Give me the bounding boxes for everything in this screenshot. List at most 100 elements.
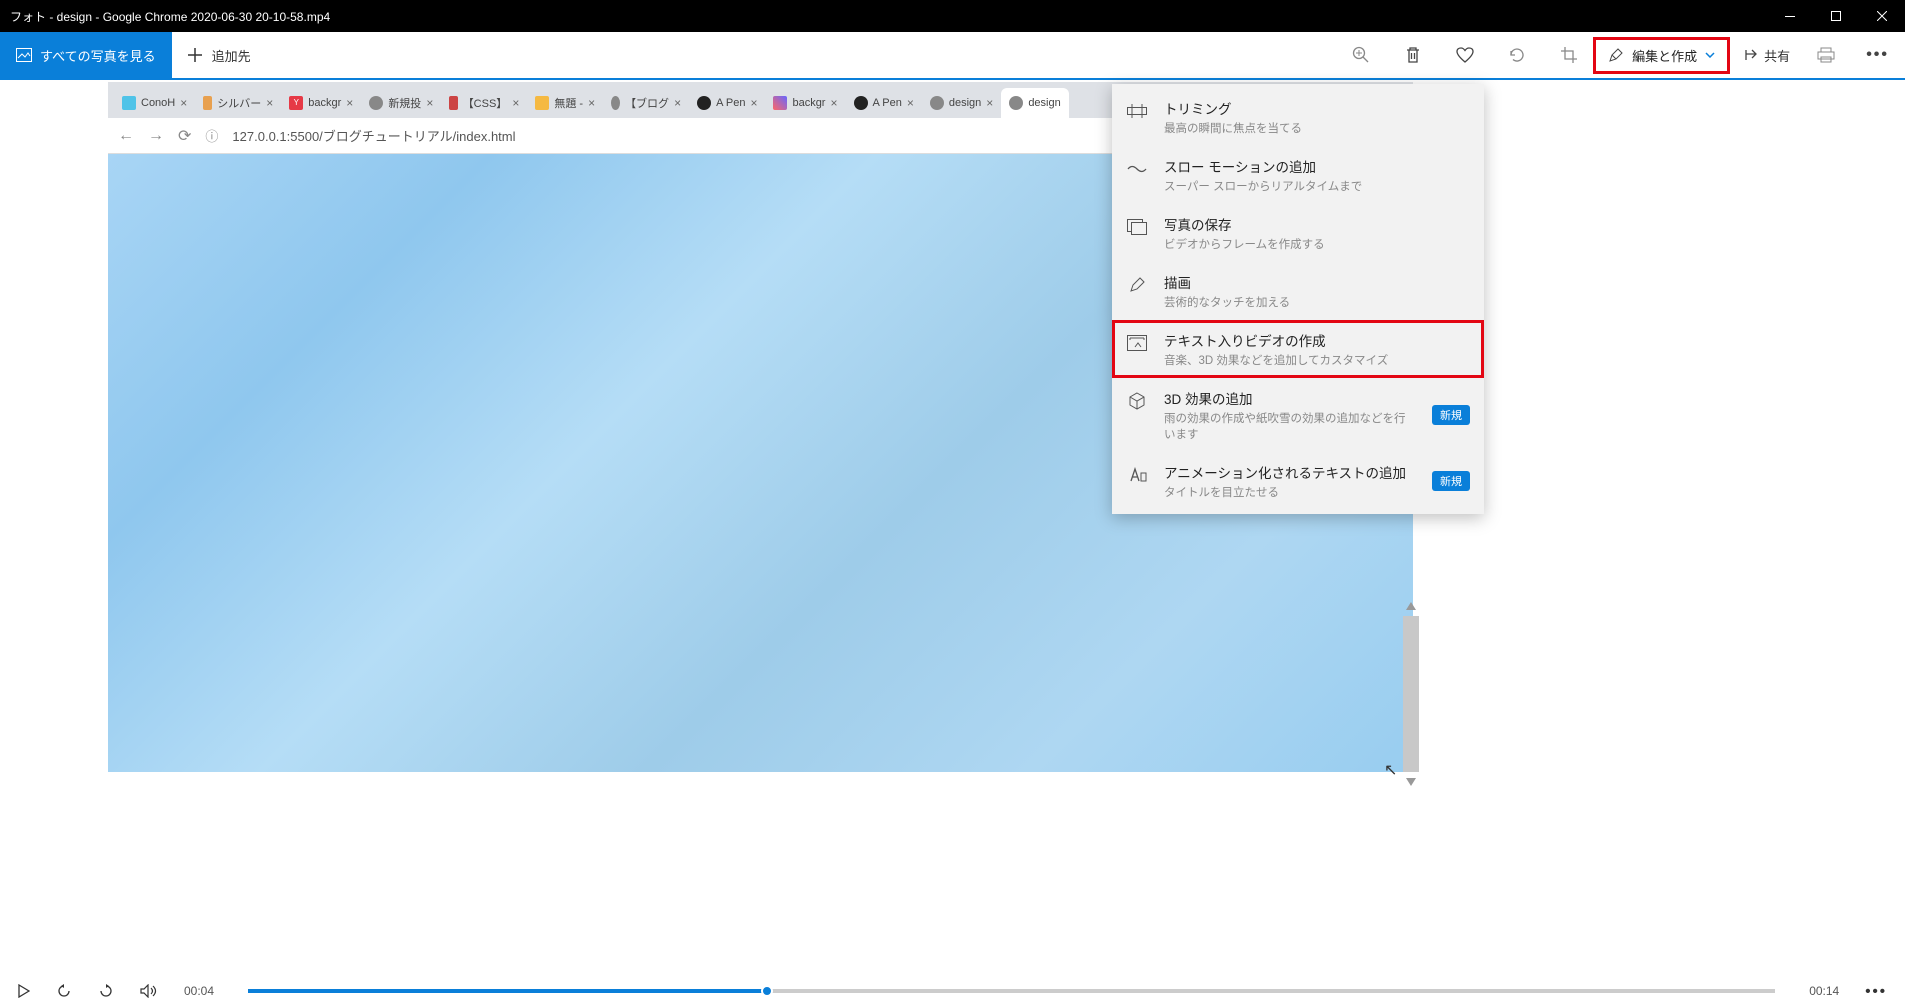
tab-close-icon[interactable]: × bbox=[750, 96, 757, 110]
favorite-button[interactable] bbox=[1453, 43, 1477, 67]
menu-item-animated-text[interactable]: アニメーション化されるテキストの追加 タイトルを目立たせる 新規 bbox=[1112, 452, 1484, 510]
browser-tab-active[interactable]: design bbox=[1001, 88, 1068, 118]
tab-label: 無題 - bbox=[554, 95, 583, 111]
info-icon[interactable]: ⓘ bbox=[205, 126, 218, 145]
total-time: 00:14 bbox=[1809, 984, 1839, 998]
window-controls bbox=[1767, 0, 1905, 32]
tab-close-icon[interactable]: × bbox=[674, 96, 681, 110]
menu-item-3d-effects[interactable]: 3D 効果の追加 雨の効果の作成や紙吹雪の効果の追加などを行います 新規 bbox=[1112, 378, 1484, 452]
tab-label: design bbox=[1028, 97, 1060, 109]
forward-button[interactable]: → bbox=[148, 127, 164, 145]
tab-close-icon[interactable]: × bbox=[907, 96, 914, 110]
view-all-photos-button[interactable]: すべての写真を見る bbox=[0, 32, 172, 78]
cube-icon bbox=[1126, 390, 1148, 412]
browser-tab[interactable]: Ybackgr× bbox=[281, 88, 361, 118]
rotate-button[interactable] bbox=[1505, 43, 1529, 67]
share-label: 共有 bbox=[1764, 46, 1790, 65]
address-text[interactable]: 127.0.0.1:5500/ブログチュートリアル/index.html bbox=[232, 126, 515, 145]
tab-close-icon[interactable]: × bbox=[588, 96, 595, 110]
play-button[interactable] bbox=[18, 984, 30, 998]
menu-item-save-photo[interactable]: 写真の保存 ビデオからフレームを作成する bbox=[1112, 204, 1484, 262]
view-all-label: すべての写真を見る bbox=[40, 46, 156, 65]
save-photo-icon bbox=[1126, 216, 1148, 238]
crop-button[interactable] bbox=[1557, 43, 1581, 67]
tab-label: シルバー bbox=[217, 95, 261, 111]
menu-item-trim[interactable]: トリミング 最高の瞬間に焦点を当てる bbox=[1112, 88, 1484, 146]
share-button[interactable]: 共有 bbox=[1730, 46, 1802, 65]
volume-icon bbox=[140, 984, 158, 998]
add-to-button[interactable]: 追加先 bbox=[172, 46, 267, 65]
draw-icon bbox=[1126, 274, 1148, 296]
browser-tab[interactable]: A Pen× bbox=[846, 88, 922, 118]
next-frame-button[interactable] bbox=[98, 984, 114, 998]
browser-tab[interactable]: backgr× bbox=[765, 88, 845, 118]
menu-subtitle: 音楽、3D 効果などを追加してカスタマイズ bbox=[1164, 352, 1470, 368]
browser-tab[interactable]: 【ブログ × bbox=[603, 88, 689, 118]
content-scrollbar[interactable] bbox=[1403, 616, 1419, 772]
current-time: 00:04 bbox=[184, 984, 214, 998]
heart-icon bbox=[1456, 47, 1474, 63]
minimize-icon bbox=[1785, 16, 1795, 17]
play-icon bbox=[18, 984, 30, 998]
tab-close-icon[interactable]: × bbox=[266, 96, 273, 110]
tab-close-icon[interactable]: × bbox=[426, 96, 433, 110]
zoom-button[interactable] bbox=[1349, 43, 1373, 67]
menu-item-draw[interactable]: 描画 芸術的なタッチを加える bbox=[1112, 262, 1484, 320]
mouse-cursor: ↖ bbox=[1384, 760, 1397, 780]
video-more-button[interactable]: ••• bbox=[1865, 983, 1887, 1000]
menu-title: 3D 効果の追加 bbox=[1164, 388, 1416, 408]
video-controls: 00:04 00:14 ••• bbox=[0, 979, 1905, 1003]
prev-frame-button[interactable] bbox=[56, 984, 72, 998]
edit-and-create-button[interactable]: 編集と作成 bbox=[1593, 37, 1730, 74]
browser-tab[interactable]: 【CSS】 × bbox=[441, 88, 527, 118]
tab-close-icon[interactable]: × bbox=[830, 96, 837, 110]
plus-icon bbox=[188, 48, 202, 62]
edit-create-dropdown: トリミング 最高の瞬間に焦点を当てる スロー モーションの追加 スーパー スロー… bbox=[1112, 84, 1484, 514]
trim-icon bbox=[1126, 100, 1148, 122]
browser-tab[interactable]: ConoH × bbox=[114, 88, 195, 118]
tab-close-icon[interactable]: × bbox=[346, 96, 353, 110]
delete-button[interactable] bbox=[1401, 43, 1425, 67]
tab-label: A Pen bbox=[716, 97, 745, 109]
rotate-icon bbox=[1508, 46, 1526, 64]
edit-icon bbox=[1608, 47, 1624, 63]
menu-subtitle: 雨の効果の作成や紙吹雪の効果の追加などを行います bbox=[1164, 410, 1416, 442]
back-button[interactable]: ← bbox=[118, 127, 134, 145]
tab-close-icon[interactable]: × bbox=[512, 96, 519, 110]
browser-tab[interactable]: 無題 - × bbox=[527, 88, 603, 118]
tab-label: 【CSS】 bbox=[463, 95, 508, 111]
tab-label: 【ブログ bbox=[625, 95, 669, 111]
edit-create-label: 編集と作成 bbox=[1632, 46, 1697, 65]
app-toolbar: すべての写真を見る 追加先 編集と作成 共有 ••• bbox=[0, 32, 1905, 80]
menu-item-slowmo[interactable]: スロー モーションの追加 スーパー スローからリアルタイムまで bbox=[1112, 146, 1484, 204]
reload-button[interactable]: ⟳ bbox=[178, 126, 191, 146]
browser-tab[interactable]: 新規投 × bbox=[361, 88, 441, 118]
tab-label: 新規投 bbox=[388, 95, 421, 111]
slowmo-icon bbox=[1126, 158, 1148, 180]
minimize-button[interactable] bbox=[1767, 0, 1813, 32]
title-bar: フォト - design - Google Chrome 2020-06-30 … bbox=[0, 0, 1905, 32]
close-button[interactable] bbox=[1859, 0, 1905, 32]
new-badge: 新規 bbox=[1432, 471, 1470, 491]
maximize-button[interactable] bbox=[1813, 0, 1859, 32]
menu-item-text-video[interactable]: テキスト入りビデオの作成 音楽、3D 効果などを追加してカスタマイズ bbox=[1112, 320, 1484, 378]
tab-close-icon[interactable]: × bbox=[986, 96, 993, 110]
more-button[interactable]: ••• bbox=[1850, 46, 1905, 64]
prev-frame-icon bbox=[56, 984, 72, 998]
volume-button[interactable] bbox=[140, 984, 158, 998]
browser-tab[interactable]: design × bbox=[922, 88, 1001, 118]
tab-label: backgr bbox=[308, 97, 341, 109]
toolbar-icons bbox=[1349, 43, 1581, 67]
browser-tab[interactable]: A Pen × bbox=[689, 88, 765, 118]
text-video-icon bbox=[1126, 332, 1148, 354]
print-button[interactable] bbox=[1814, 43, 1838, 67]
maximize-icon bbox=[1831, 11, 1841, 21]
tab-label: ConoH bbox=[141, 97, 175, 109]
tab-label: design bbox=[949, 97, 981, 109]
menu-subtitle: スーパー スローからリアルタイムまで bbox=[1164, 178, 1470, 194]
menu-subtitle: 最高の瞬間に焦点を当てる bbox=[1164, 120, 1470, 136]
tab-close-icon[interactable]: × bbox=[180, 96, 187, 110]
video-seek-thumb[interactable] bbox=[761, 985, 773, 997]
video-seek-track[interactable] bbox=[248, 989, 1775, 993]
browser-tab[interactable]: シルバー × bbox=[195, 88, 281, 118]
